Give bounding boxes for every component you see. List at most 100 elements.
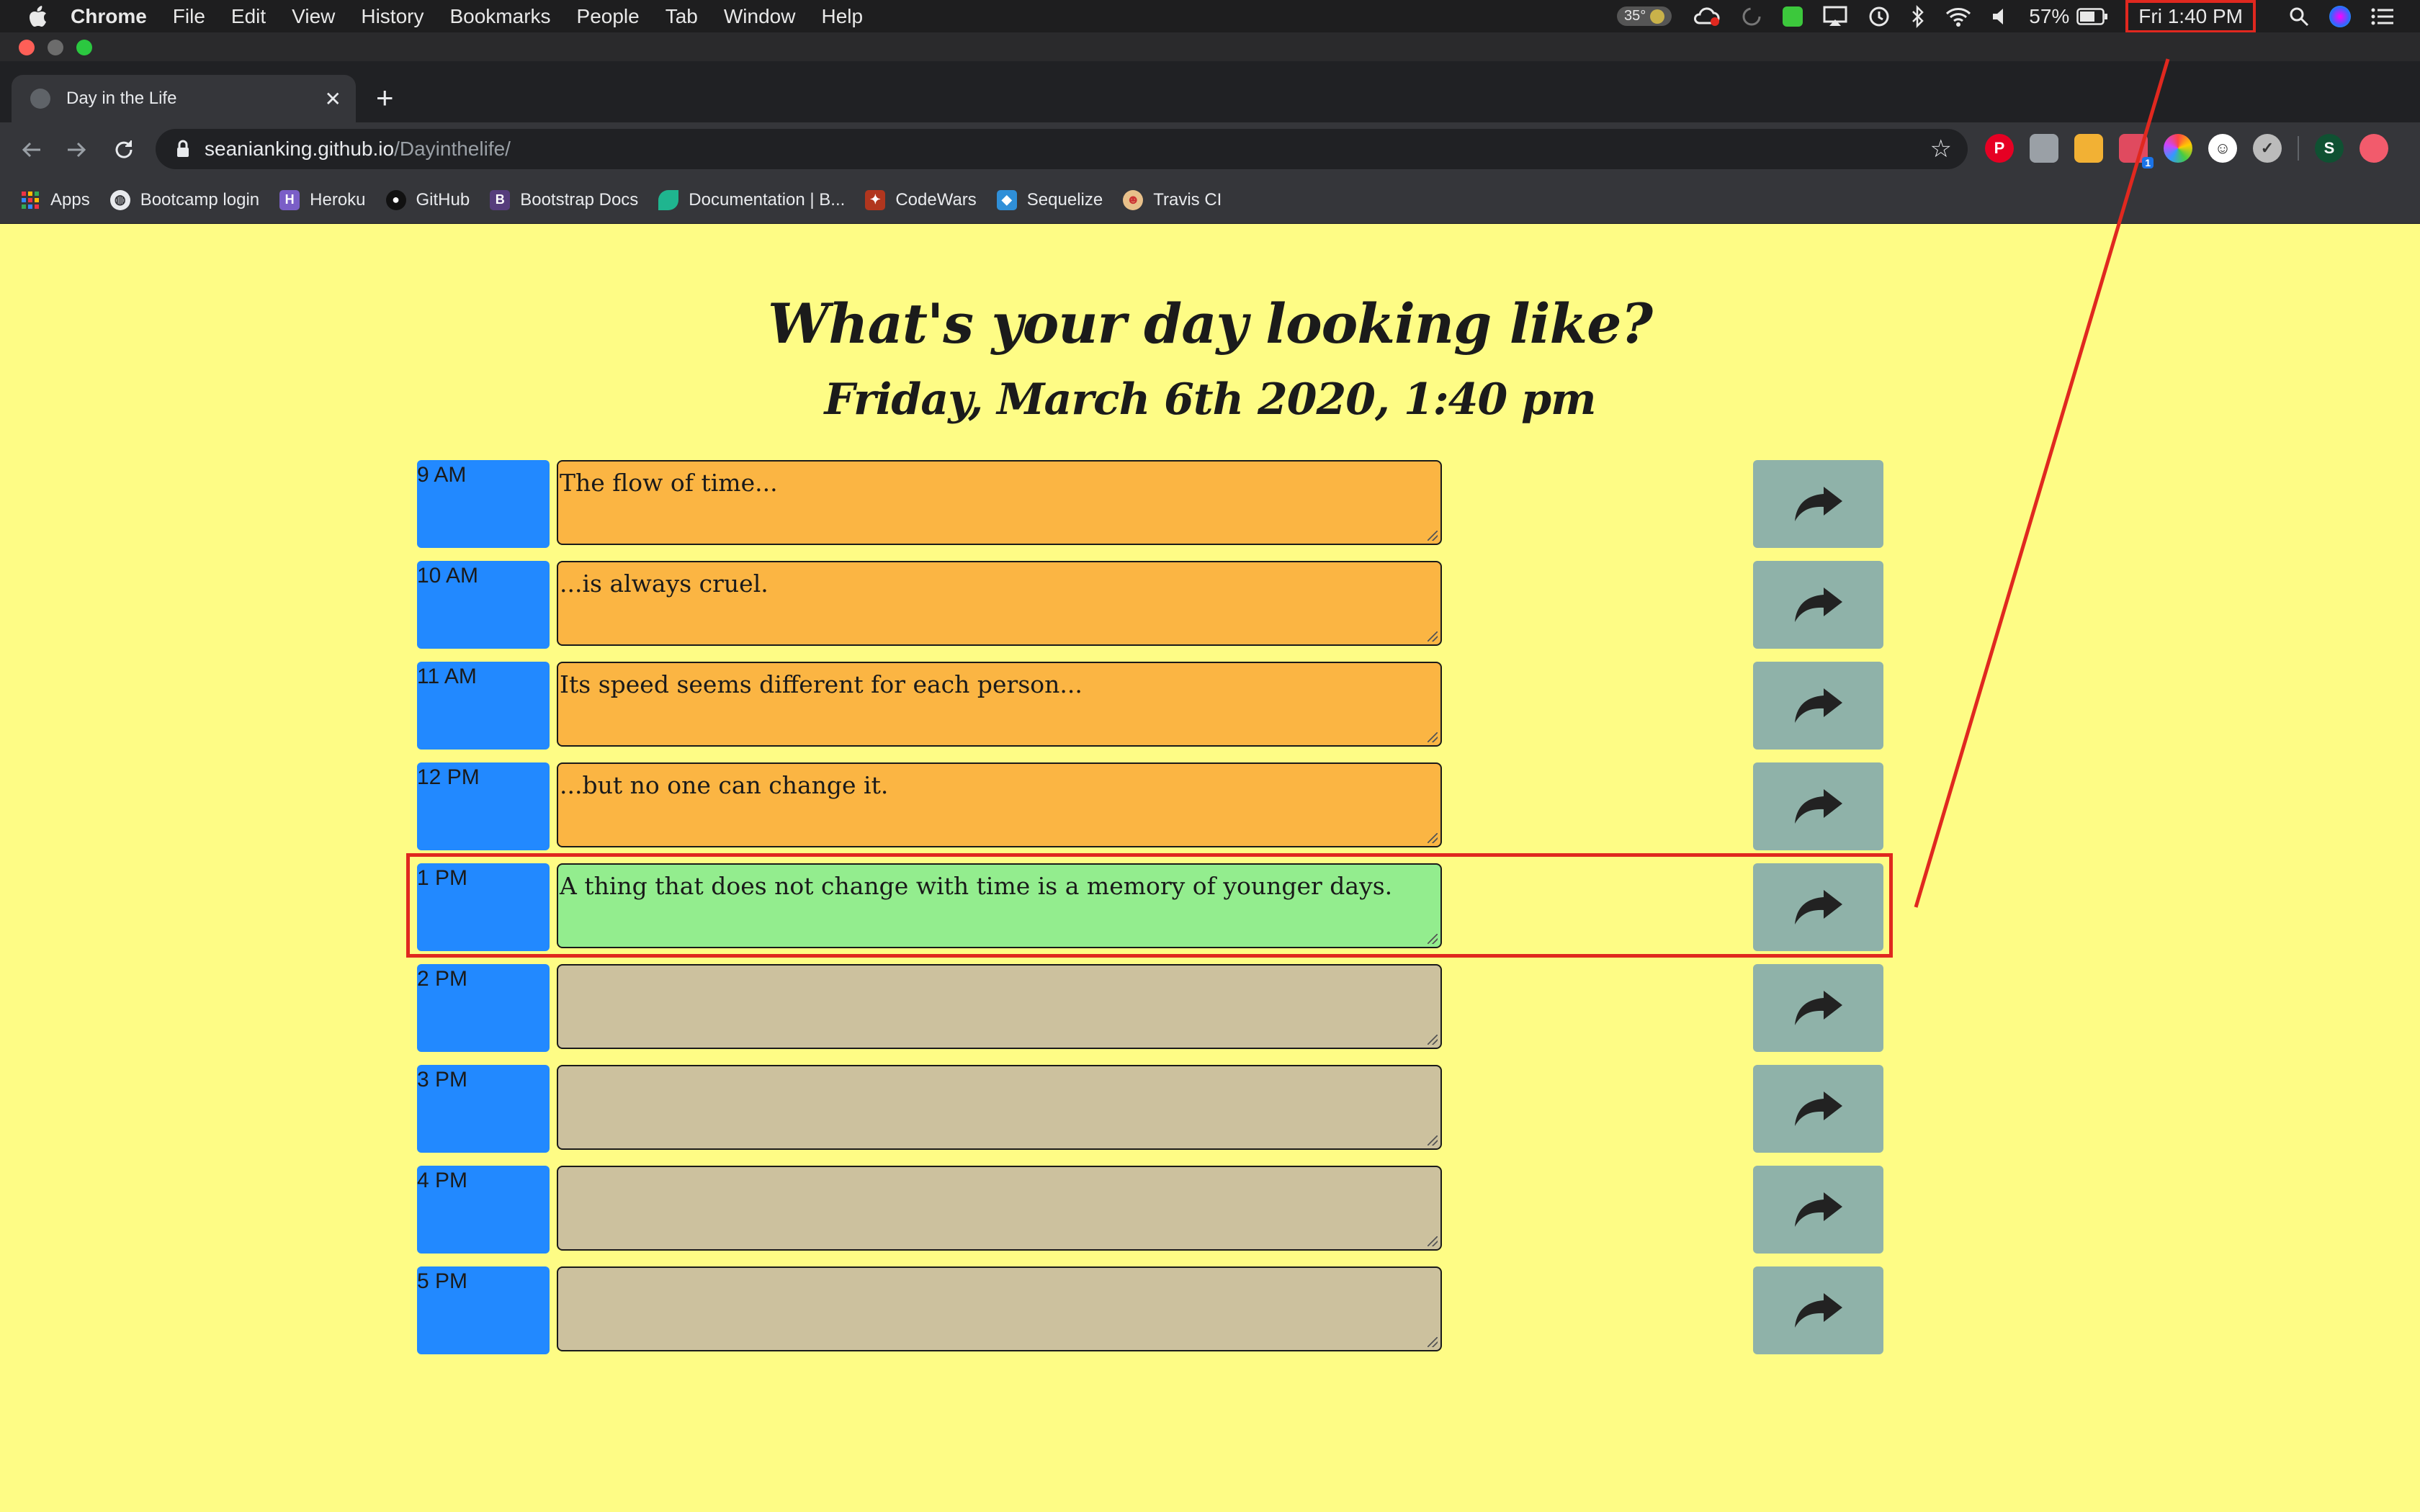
bookmark-bootcamp-login[interactable]: ◍ Bootcamp login [109,189,259,210]
event-description-textarea[interactable]: A thing that does not change with time i… [557,863,1442,948]
profile-avatar[interactable]: S [2315,134,2344,163]
color-wheel-extension-icon[interactable] [2164,134,2192,163]
grey-extension-icon[interactable] [2030,134,2058,163]
resize-grip-icon[interactable] [1428,1337,1438,1347]
bookmark-documentation[interactable]: Documentation | B... [658,189,846,210]
github-icon: ● [385,189,406,210]
time-block-row: 2 PM [417,964,1883,1052]
bars-extension-icon[interactable] [2074,134,2103,163]
event-description-textarea[interactable]: The flow of time... [557,460,1442,545]
minimize-window-button[interactable] [48,40,63,55]
event-description-textarea[interactable]: ...but no one can change it. [557,762,1442,847]
bookmark-codewars[interactable]: ✦ CodeWars [865,189,977,210]
time-block-row: 12 PM ...but no one can change it. [417,762,1883,850]
reload-icon[interactable] [108,134,140,166]
event-description-textarea[interactable] [557,1166,1442,1251]
hour-label: 11 AM [417,662,550,750]
resize-grip-icon[interactable] [1428,833,1438,843]
new-tab-button[interactable]: + [376,81,394,115]
menu-help[interactable]: Help [821,5,863,28]
save-button[interactable] [1753,762,1883,850]
save-button[interactable] [1753,561,1883,649]
menu-view[interactable]: View [292,5,335,28]
bookmark-apps[interactable]: Apps [20,190,90,210]
apple-menu-icon[interactable] [29,5,50,28]
bookmark-github[interactable]: ● GitHub [385,189,470,210]
pinterest-extension-icon[interactable]: P [1985,134,2014,163]
menu-app-name[interactable]: Chrome [71,5,147,28]
tab-close-icon[interactable]: ✕ [325,87,341,111]
resize-grip-icon[interactable] [1428,934,1438,944]
menu-file[interactable]: File [173,5,205,28]
temperature-label: 35° [1624,8,1646,24]
bookmark-heroku[interactable]: H Heroku [279,189,366,210]
apps-grid-icon [20,190,40,210]
event-description-textarea[interactable] [557,1065,1442,1150]
save-button[interactable] [1753,1166,1883,1254]
event-description-textarea[interactable] [557,964,1442,1049]
hour-label: 3 PM [417,1065,550,1153]
resize-grip-icon[interactable] [1428,732,1438,742]
menu-history[interactable]: History [361,5,424,28]
save-button[interactable] [1753,1266,1883,1354]
battery-icon[interactable] [2076,7,2108,25]
back-arrow-icon[interactable] [16,134,48,166]
bookmark-star-icon[interactable]: ☆ [1930,135,1952,163]
update-menu-icon[interactable] [2360,134,2388,163]
menu-tab[interactable]: Tab [666,5,698,28]
address-bar[interactable]: seanianking.github.io/Dayinthelife/ ☆ [156,129,1968,169]
hour-label: 2 PM [417,964,550,1052]
bluetooth-icon[interactable] [1911,4,1925,28]
green-app-icon[interactable] [1783,6,1803,27]
bookmark-sequelize[interactable]: ◆ Sequelize [996,189,1103,210]
lock-icon[interactable] [176,140,193,158]
event-description-textarea[interactable]: Its speed seems different for each perso… [557,662,1442,747]
activity-spinner-icon[interactable] [1741,6,1762,27]
forward-arrow-icon[interactable] [60,134,92,166]
docs-icon [658,189,679,210]
puzzle-extension-icon[interactable]: 1 [2119,134,2154,168]
airplay-icon[interactable] [1823,6,1847,27]
save-button[interactable] [1753,662,1883,750]
check-extension-icon[interactable]: ✓ [2253,134,2282,163]
event-description-textarea[interactable]: ...is always cruel. [557,561,1442,646]
save-button[interactable] [1753,1065,1883,1153]
save-button[interactable] [1753,964,1883,1052]
maximize-window-button[interactable] [76,40,92,55]
save-button[interactable] [1753,863,1883,951]
window-title-bar [0,32,2420,61]
menubar-clock[interactable]: Fri 1:40 PM [2125,0,2256,33]
bookmark-label: Bootstrap Docs [520,189,639,210]
wifi-icon[interactable] [1945,6,1971,27]
spotlight-search-icon[interactable] [2289,6,2309,27]
bookmark-label: Sequelize [1026,189,1103,210]
menu-people[interactable]: People [577,5,640,28]
resize-grip-icon[interactable] [1428,1135,1438,1146]
bookmark-label: Documentation | B... [689,189,846,210]
menu-bookmarks[interactable]: Bookmarks [449,5,550,28]
bookmarks-bar: Apps ◍ Bootcamp login H Heroku ● GitHub … [0,176,2420,224]
resize-grip-icon[interactable] [1428,1035,1438,1045]
menu-window[interactable]: Window [724,5,796,28]
weather-widget[interactable]: 35° [1617,6,1672,26]
resize-grip-icon[interactable] [1428,531,1438,541]
bookmark-travis-ci[interactable]: ☻ Travis CI [1123,189,1222,210]
volume-icon[interactable] [1991,6,2009,27]
save-button[interactable] [1753,460,1883,548]
face-extension-icon[interactable]: ☺ [2208,134,2237,163]
time-machine-icon[interactable] [1868,5,1891,28]
resize-grip-icon[interactable] [1428,1236,1438,1246]
event-description-textarea[interactable] [557,1266,1442,1351]
close-window-button[interactable] [19,40,35,55]
siri-icon[interactable] [2329,5,2351,27]
bookmark-label: Travis CI [1153,189,1222,210]
menu-edit[interactable]: Edit [231,5,266,28]
event-text: The flow of time... [560,469,778,497]
resize-grip-icon[interactable] [1428,631,1438,642]
bookmark-bootstrap-docs[interactable]: B Bootstrap Docs [490,189,639,210]
cloud-sync-icon[interactable] [1692,6,1721,27]
time-block-row: 3 PM [417,1065,1883,1153]
notification-center-icon[interactable] [2371,7,2394,26]
browser-tab[interactable]: Day in the Life ✕ [12,75,356,122]
share-arrow-icon [1794,1192,1842,1227]
